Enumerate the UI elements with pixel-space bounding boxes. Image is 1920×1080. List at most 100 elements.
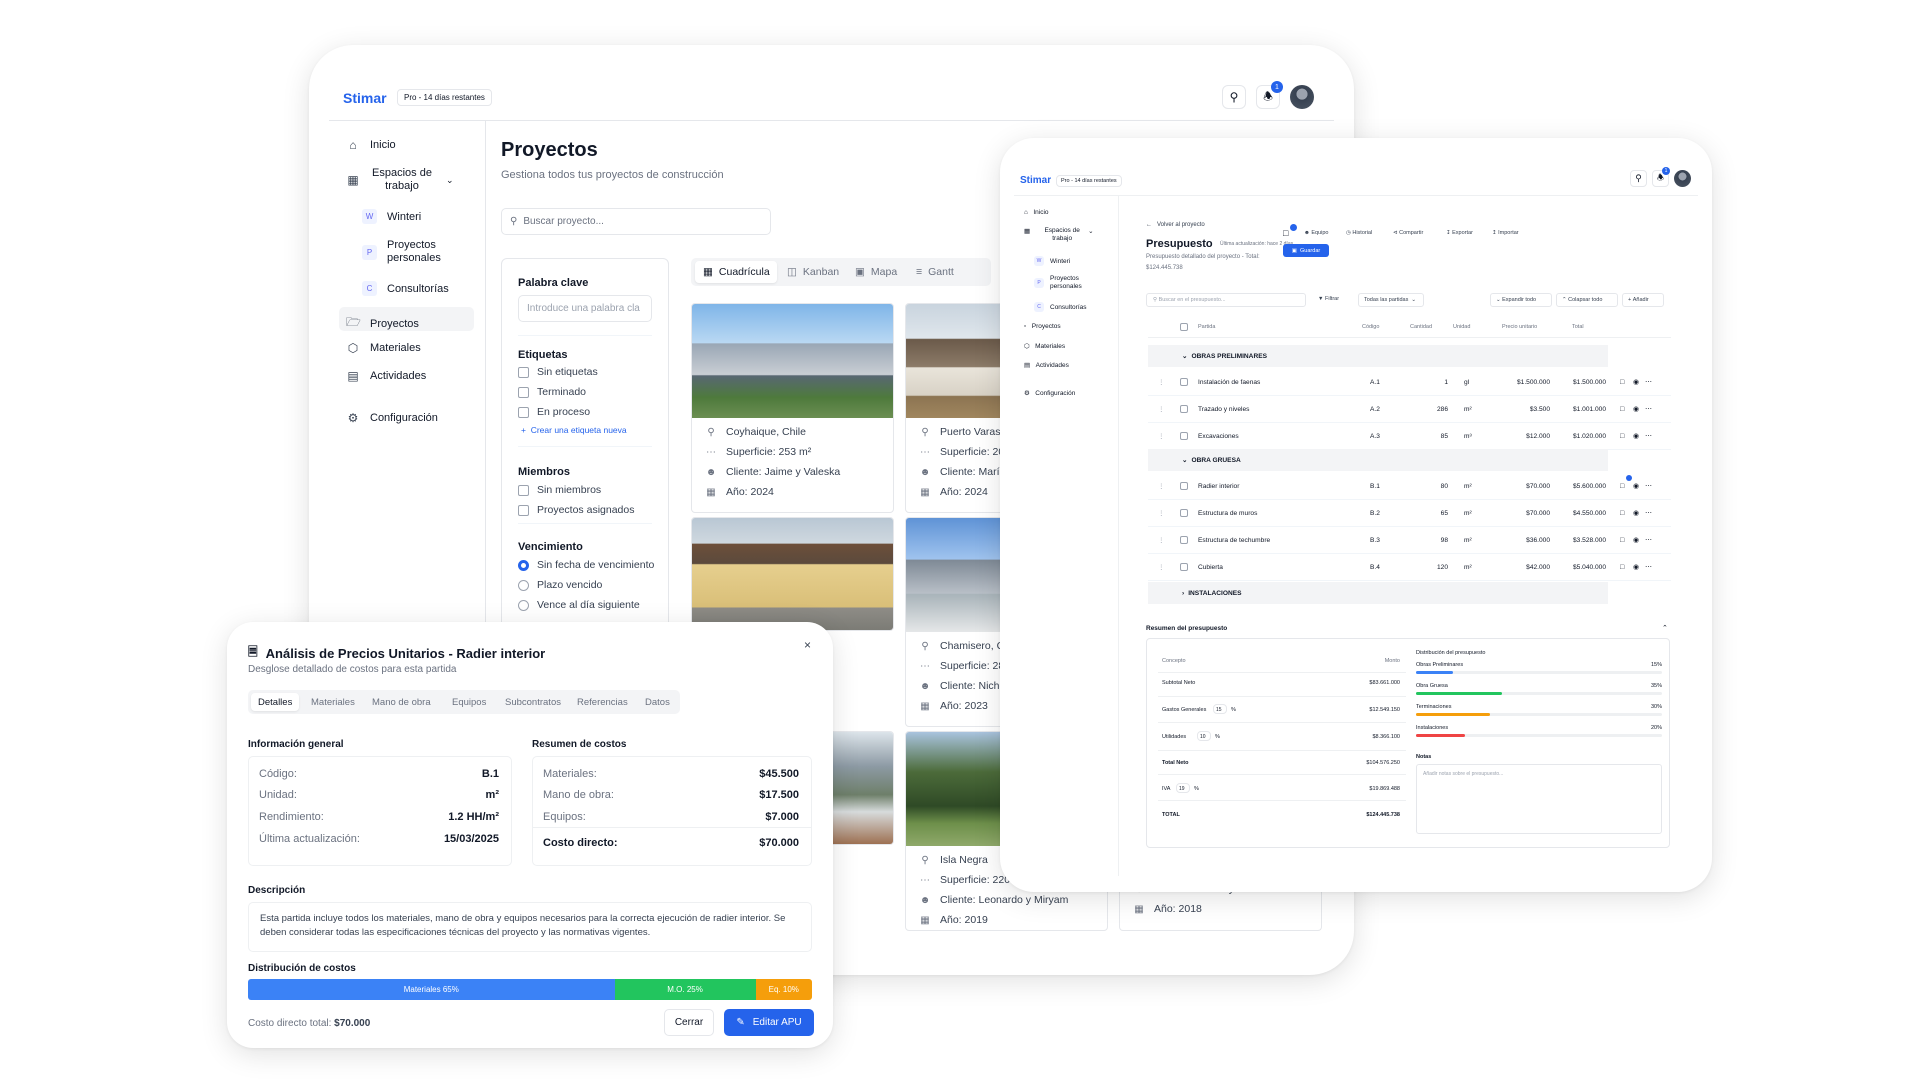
sidebar-item-personal[interactable]: P Proyectos personales	[1034, 275, 1090, 291]
sidebar-item-inicio[interactable]: ⌂ Inicio	[1024, 209, 1049, 216]
due-radio[interactable]: Plazo vencido	[518, 579, 602, 591]
comment-icon[interactable]: □	[1620, 379, 1624, 386]
tab-datos[interactable]: Datos	[645, 697, 670, 708]
member-checkbox[interactable]: Sin miembros	[518, 484, 601, 496]
percent-input[interactable]: 10	[1197, 731, 1211, 741]
back-link[interactable]: ← Volver al proyecto	[1146, 222, 1205, 228]
avatar[interactable]	[1290, 85, 1314, 109]
drag-handle-icon[interactable]: ⋮	[1158, 509, 1165, 517]
sidebar-item-proyectos[interactable]: ▫ Proyectos	[1024, 323, 1061, 330]
sidebar-item-winteri[interactable]: W Winteri	[362, 209, 421, 224]
sidebar-item-workspaces[interactable]: ▦ Espacios de trabajo ⌄	[1024, 227, 1094, 243]
eye-icon[interactable]: ◉	[1633, 482, 1639, 490]
more-icon[interactable]: ⋯	[1645, 563, 1652, 571]
more-icon[interactable]: ⋯	[1645, 482, 1652, 490]
toolbar-compartir[interactable]: ⊲ Compartir	[1393, 230, 1423, 236]
tab-gantt[interactable]: ≡ Gantt	[916, 266, 954, 278]
sidebar-item-actividades[interactable]: ▤ Actividades	[346, 369, 426, 383]
group-row[interactable]: › INSTALACIONES	[1148, 582, 1608, 604]
eye-icon[interactable]: ◉	[1633, 563, 1639, 571]
eye-icon[interactable]: ◉	[1633, 509, 1639, 517]
comment-icon[interactable]: □	[1283, 228, 1288, 238]
search-icon[interactable]: ⚲	[1222, 85, 1246, 109]
table-row[interactable]: ⋮ Excavaciones A.3 85 m³ $12.000 $1.020.…	[1148, 423, 1671, 450]
toolbar-historial[interactable]: ◷ Historial	[1346, 230, 1372, 236]
search-input[interactable]: ⚲ Buscar proyecto...	[501, 208, 771, 235]
more-icon[interactable]: ⋯	[1645, 509, 1652, 517]
notes-textarea[interactable]: Añadir notas sobre el presupuesto...	[1416, 764, 1662, 834]
sidebar-item-consultorias[interactable]: C Consultorías	[1034, 302, 1087, 312]
drag-handle-icon[interactable]: ⋮	[1158, 432, 1165, 440]
more-icon[interactable]: ⋯	[1645, 536, 1652, 544]
member-checkbox[interactable]: Proyectos asignados	[518, 504, 634, 516]
drag-handle-icon[interactable]: ⋮	[1158, 482, 1165, 490]
budget-search-input[interactable]: ⚲ Buscar en el presupuesto...	[1146, 293, 1306, 307]
toolbar-exportar[interactable]: ↧ Exportar	[1446, 230, 1473, 236]
select-all-checkbox[interactable]	[1180, 323, 1188, 331]
add-button[interactable]: + Añadir	[1622, 293, 1664, 307]
close-icon[interactable]: ×	[804, 638, 811, 652]
eye-icon[interactable]: ◉	[1633, 536, 1639, 544]
drag-handle-icon[interactable]: ⋮	[1158, 536, 1165, 544]
sidebar-item-proyectos[interactable]: 🗁 Proyectos	[346, 313, 419, 334]
tab-kanban[interactable]: ◫ Kanban	[787, 266, 839, 278]
search-icon[interactable]: ⚲	[1630, 170, 1647, 187]
sidebar-item-materiales[interactable]: ⬡ Materiales	[346, 341, 421, 355]
sidebar-item-personal[interactable]: P Proyectos personales	[362, 239, 447, 265]
comment-icon[interactable]: □	[1620, 483, 1624, 490]
drag-handle-icon[interactable]: ⋮	[1158, 405, 1165, 413]
table-row[interactable]: ⋮ Instalación de faenas A.1 1 gl $1.500.…	[1148, 369, 1671, 396]
due-radio[interactable]: Vence al día siguiente	[518, 599, 640, 611]
row-checkbox[interactable]	[1180, 482, 1188, 490]
more-icon[interactable]: ⋯	[1645, 405, 1652, 413]
group-row[interactable]: ⌄ OBRA GRUESA	[1148, 449, 1608, 471]
sidebar-item-consultorias[interactable]: C Consultorías	[362, 281, 449, 296]
tab-mapa[interactable]: ▣ Mapa	[855, 266, 897, 278]
sidebar-item-materiales[interactable]: ⬡ Materiales	[1024, 342, 1065, 350]
table-row[interactable]: ⋮ Radier interior B.1 80 m² $70.000 $5.6…	[1148, 473, 1671, 500]
project-card[interactable]: ⚲ Coyhaique, Chile ⋯ Superficie: 253 m² ☻ C…	[691, 303, 894, 513]
tab-referencias[interactable]: Referencias	[577, 697, 628, 708]
comment-icon[interactable]: □	[1620, 433, 1624, 440]
tab-subcontratos[interactable]: Subcontratos	[505, 697, 561, 708]
filter-button[interactable]: ▼ Filtrar	[1318, 296, 1339, 302]
sidebar-item-configuracion[interactable]: ⚙ Configuración	[1024, 389, 1075, 397]
save-button[interactable]: ▣ Guardar	[1283, 244, 1329, 257]
drag-handle-icon[interactable]: ⋮	[1158, 378, 1165, 386]
avatar[interactable]	[1674, 170, 1691, 187]
toolbar-importar[interactable]: ↥ Importar	[1492, 230, 1519, 236]
comment-icon[interactable]: □	[1620, 564, 1624, 571]
partidas-select[interactable]: Todas las partidas ⌄	[1358, 293, 1424, 307]
brand-logo[interactable]: Stimar	[1020, 175, 1051, 186]
create-tag-link[interactable]: + Crear una etiqueta nueva	[521, 425, 627, 435]
sidebar-item-inicio[interactable]: ⌂ Inicio	[346, 138, 395, 152]
collapse-all-button[interactable]: ⌃ Colapsar todo	[1556, 293, 1618, 307]
eye-icon[interactable]: ◉	[1633, 405, 1639, 413]
comment-icon[interactable]: □	[1620, 537, 1624, 544]
tab-cuadricula[interactable]: ▦ Cuadrícula	[703, 266, 770, 278]
tab-detalles[interactable]: Detalles	[258, 697, 292, 708]
group-row[interactable]: ⌄ OBRAS PRELIMINARES	[1148, 345, 1608, 367]
sidebar-item-workspaces[interactable]: ▦ Espacios de trabajo ⌄	[346, 167, 453, 193]
row-checkbox[interactable]	[1180, 536, 1188, 544]
eye-icon[interactable]: ◉	[1633, 378, 1639, 386]
keyword-input[interactable]: Introduce una palabra cla	[518, 295, 652, 322]
row-checkbox[interactable]	[1180, 509, 1188, 517]
eye-icon[interactable]: ◉	[1633, 432, 1639, 440]
tab-materiales[interactable]: Materiales	[311, 697, 355, 708]
table-row[interactable]: ⋮ Estructura de techumbre B.3 98 m² $36.…	[1148, 527, 1671, 554]
project-card[interactable]	[691, 517, 894, 631]
comment-icon[interactable]: □	[1620, 406, 1624, 413]
chevron-up-icon[interactable]: ⌃	[1662, 624, 1668, 632]
due-radio[interactable]: Sin fecha de vencimiento	[518, 559, 654, 571]
row-checkbox[interactable]	[1180, 378, 1188, 386]
table-row[interactable]: ⋮ Estructura de muros B.2 65 m² $70.000 …	[1148, 500, 1671, 527]
toolbar-equipo[interactable]: ☻ Equipo	[1304, 230, 1328, 236]
tag-checkbox[interactable]: Sin etiquetas	[518, 366, 598, 378]
row-checkbox[interactable]	[1180, 405, 1188, 413]
row-checkbox[interactable]	[1180, 432, 1188, 440]
comment-icon[interactable]: □	[1620, 510, 1624, 517]
more-icon[interactable]: ⋯	[1645, 432, 1652, 440]
brand-logo[interactable]: Stimar	[343, 90, 387, 106]
edit-apu-button[interactable]: ✎ Editar APU	[724, 1009, 814, 1036]
